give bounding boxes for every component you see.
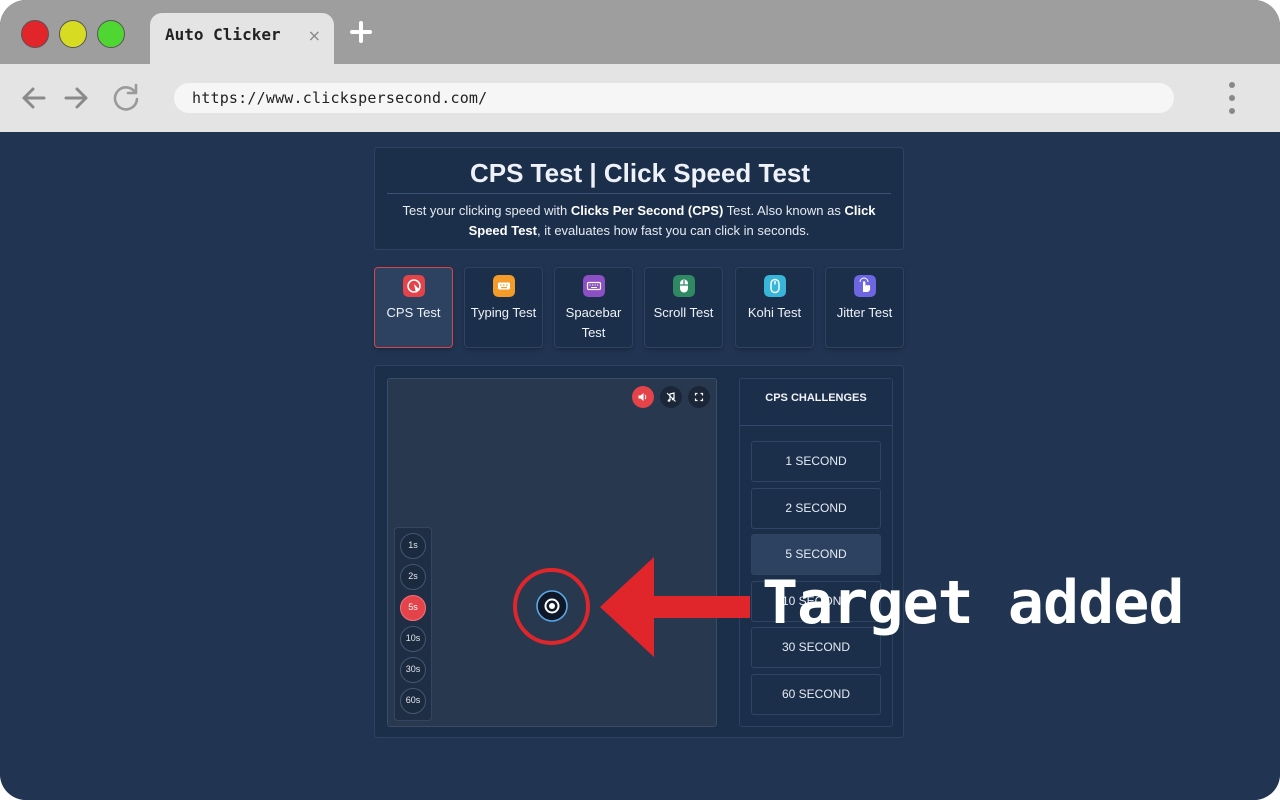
fullscreen-button[interactable] [688,386,710,408]
browser-menu-icon[interactable] [1226,82,1238,114]
time-option-60s[interactable]: 60s [400,688,426,714]
keyboard-icon [493,275,515,297]
title-divider [387,193,891,194]
forward-arrow-icon[interactable] [60,82,92,114]
tab-label: Scroll Test [653,305,714,320]
time-option-1s[interactable]: 1s [400,533,426,559]
maximize-window-button[interactable] [97,20,125,48]
page-description: Test your clicking speed with Clicks Per… [393,201,885,241]
challenge-2-second[interactable]: 2 SECOND [751,488,881,529]
tab-cps-test[interactable]: CPS Test [374,267,453,348]
tab-label: CPS Test [386,305,441,320]
speaker-icon [638,393,647,401]
time-option-10s[interactable]: 10s [400,626,426,652]
tab-kohi-test[interactable]: Kohi Test [735,267,814,348]
kohi-mouse-icon [764,275,786,297]
reload-icon[interactable] [110,82,142,114]
browser-tab[interactable]: Auto Clicker × [150,13,334,64]
music-off-icon [666,392,676,402]
mouse-icon [673,275,695,297]
expand-icon [694,392,704,402]
annotation-arrow-icon [600,557,750,657]
header-card: CPS Test | Click Speed Test Test your cl… [374,147,904,250]
time-selector: 1s 2s 5s 10s 30s 60s [394,527,432,721]
test-panel: 1s 2s 5s 10s 30s 60s CPS CHALLENGES 1 SE… [374,365,904,738]
desc-text-1: Test your clicking speed with [402,203,571,218]
address-bar[interactable]: https://www.clickspersecond.com/ [174,83,1174,113]
challenge-1-second[interactable]: 1 SECOND [751,441,881,482]
new-tab-icon[interactable] [346,17,376,47]
click-area[interactable]: 1s 2s 5s 10s 30s 60s [387,378,717,727]
sound-toggle-button[interactable] [632,386,654,408]
close-window-button[interactable] [21,20,49,48]
challenge-60-second[interactable]: 60 SECOND [751,674,881,715]
desc-bold-1: Clicks Per Second (CPS) [570,203,724,218]
desc-text-3: , it evaluates how fast you can click in… [536,223,810,238]
browser-toolbar: https://www.clickspersecond.com/ [0,64,1280,132]
tab-bar: Auto Clicker × [0,0,1280,64]
tab-label: Jitter Test [836,305,893,320]
minimize-window-button[interactable] [59,20,87,48]
annotation-label: Target added [762,568,1184,638]
music-toggle-button[interactable] [660,386,682,408]
hand-pointer-icon [854,275,876,297]
browser-window: Auto Clicker × https://www.clicksperseco… [0,0,1280,800]
desc-text-2: Test. Also known as [723,203,845,218]
cps-challenges-panel: CPS CHALLENGES 1 SECOND 2 SECOND 5 SECON… [739,378,893,727]
tab-jitter-test[interactable]: Jitter Test [825,267,904,348]
challenges-title: CPS CHALLENGES [740,379,892,426]
tab-typing-test[interactable]: Typing Test [464,267,543,348]
tab-label: Kohi Test [747,305,802,320]
tab-title: Auto Clicker [165,25,281,44]
tab-close-icon[interactable]: × [308,26,321,45]
url-text: https://www.clickspersecond.com/ [192,89,488,107]
time-option-30s[interactable]: 30s [400,657,426,683]
tab-label: Spacebar Test [565,305,622,340]
cursor-click-icon [403,275,425,297]
tab-spacebar-test[interactable]: Spacebar Test [554,267,633,348]
time-option-2s[interactable]: 2s [400,564,426,590]
annotation-highlight-circle [513,568,590,645]
page-content: CPS Test | Click Speed Test Test your cl… [0,132,1280,800]
tab-label: Typing Test [470,305,537,320]
time-option-5s[interactable]: 5s [400,595,426,621]
page-title: CPS Test | Click Speed Test [469,158,811,188]
back-arrow-icon[interactable] [18,82,50,114]
spacebar-icon [583,275,605,297]
tab-scroll-test[interactable]: Scroll Test [644,267,723,348]
